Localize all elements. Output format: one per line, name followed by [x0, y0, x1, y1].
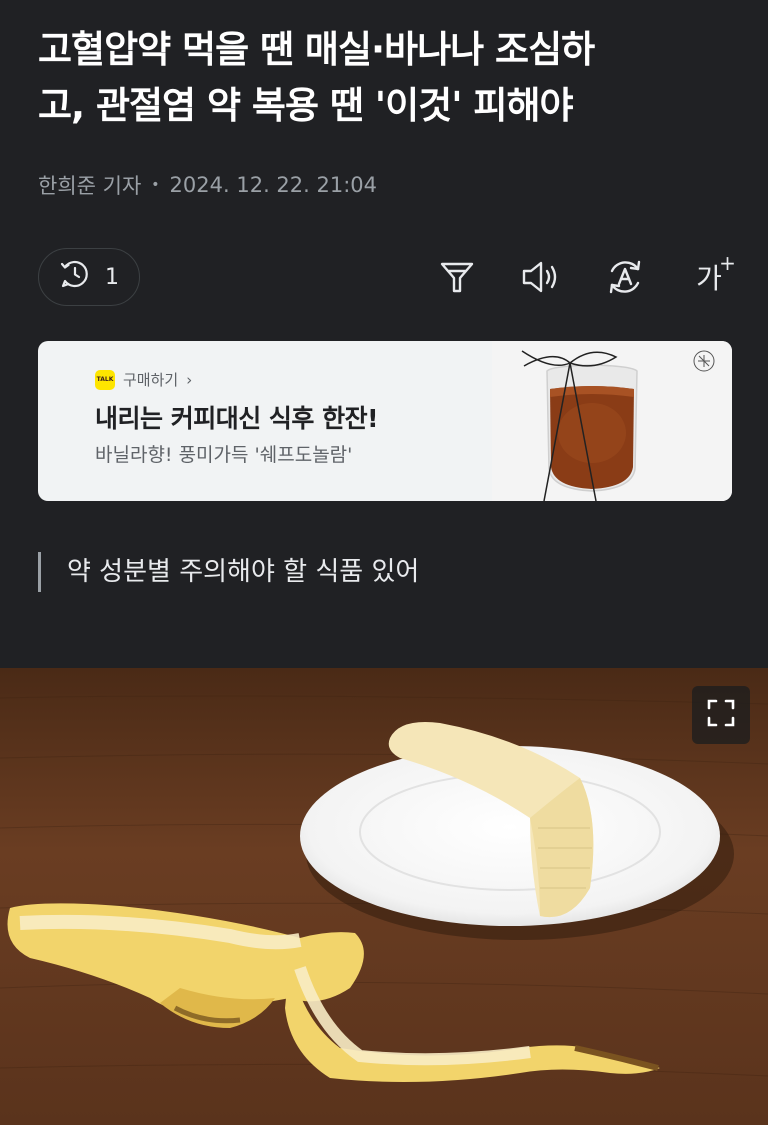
article-header: 고혈압약 먹을 땐 매실·바나나 조심하 고, 관절염 약 복용 땐 '이것' … [0, 0, 768, 668]
publish-date: 2024. 12. 22. 21:04 [169, 173, 378, 197]
article-headline: 고혈압약 먹을 땐 매실·바나나 조심하 고, 관절염 약 복용 땐 '이것' … [38, 22, 738, 134]
comment-button[interactable]: 1 [38, 248, 140, 306]
comment-count: 1 [105, 264, 119, 290]
tool-icons: 가 + [434, 251, 736, 300]
ad-subtitle: 바닐라향! 풍미가득 '쉐프도놀람' [95, 444, 353, 466]
font-size-plus: + [719, 251, 736, 275]
article-toolbar: 1 가 + [38, 248, 736, 306]
ad-title: 내리는 커피대신 식후 한잔! [95, 404, 379, 433]
byline-separator: • [151, 177, 160, 193]
expand-button[interactable] [692, 686, 750, 744]
font-size-label: 가 [696, 262, 722, 295]
speaker-icon[interactable] [518, 254, 564, 300]
expand-icon [705, 697, 737, 733]
font-size-icon[interactable]: 가 + [686, 251, 736, 300]
ad-product-image [492, 341, 732, 501]
history-comment-icon [59, 258, 91, 296]
kakao-talk-icon: TALK [95, 369, 115, 390]
headline-line-1: 고혈압약 먹을 땐 매실·바나나 조심하 [38, 28, 595, 71]
ad-source[interactable]: TALK 구매하기 › [95, 369, 192, 390]
byline: 한희준 기자 • 2024. 12. 22. 21:04 [38, 170, 377, 200]
ad-banner[interactable]: TALK 구매하기 › 내리는 커피대신 식후 한잔! 바닐라향! 풍미가득 '… [38, 341, 732, 501]
author-name[interactable]: 한희준 기자 [38, 170, 141, 200]
chevron-right-icon: › [186, 370, 193, 389]
filter-icon[interactable] [434, 254, 480, 300]
headline-line-2: 고, 관절염 약 복용 땐 '이것' 피해야 [38, 84, 574, 127]
translate-icon[interactable] [602, 254, 648, 300]
ad-source-label: 구매하기 [123, 371, 179, 389]
article-photo[interactable] [0, 668, 768, 1125]
article-subheading: 약 성분별 주의해야 할 식품 있어 [38, 552, 419, 592]
